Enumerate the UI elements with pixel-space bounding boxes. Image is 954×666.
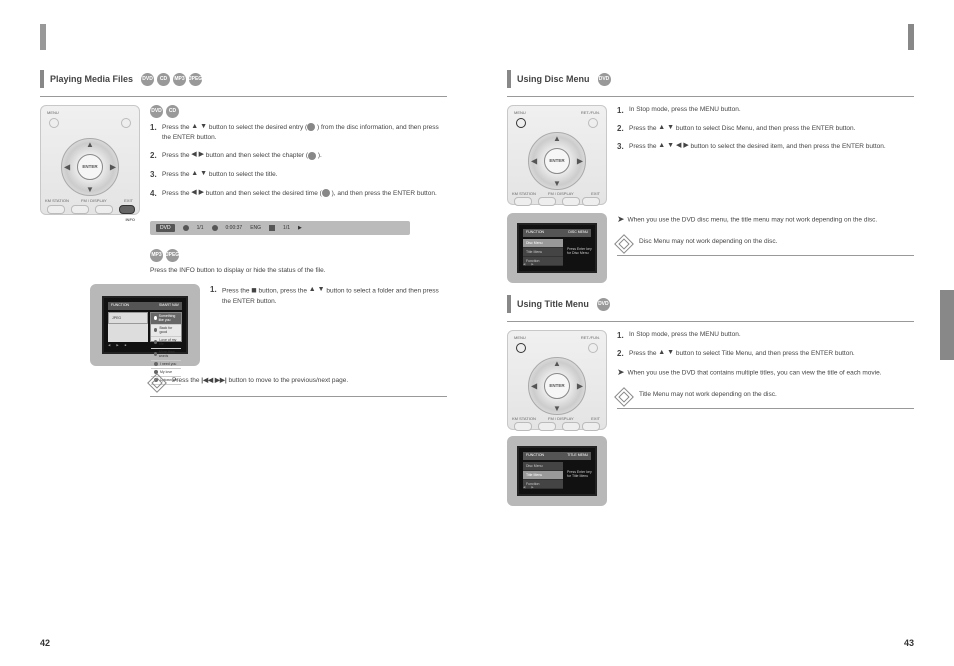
disc-icon: JPEG (189, 73, 202, 86)
remote-dpad: ▲▼ ◀▶ ENTER (528, 357, 586, 415)
instruction-block-mp3-jpeg: MP3 JPEG Press the INFO button to displa… (40, 249, 447, 276)
remote-menu-button (516, 118, 526, 128)
step-1: 1.In Stop mode, press the MENU button. (617, 105, 914, 115)
tip-line: ➤When you use the DVD that contains mult… (617, 366, 914, 380)
remote-menu-button (516, 343, 526, 353)
disc-icon: MP3 (173, 73, 186, 86)
screen-side-label: JPEG (108, 312, 148, 324)
info-dvd-label: DVD (156, 224, 175, 232)
disc-icon: CD (157, 73, 170, 86)
disc-icon: CD (166, 105, 179, 118)
screen-label: FUNCTION (111, 303, 129, 309)
step-2: 2. Press the ▲ ▼ button to select Disc M… (617, 123, 914, 134)
remote-button (71, 205, 89, 214)
file-list: Something like you Back for good Love of… (150, 312, 182, 342)
screen-label: SMART NAV (159, 303, 179, 309)
sub-intro: Press the INFO button to display or hide… (150, 266, 447, 276)
osd-info-bar: DVD 1/1 0:00:37 ENG 1/1 ▶ (150, 221, 410, 235)
step-3: 3. Press the ▲ ▼ ◀ ▶ button to select th… (617, 141, 914, 152)
instruction-block: MENU RET./FUN. ▲▼ ◀▶ ENTER KM STATION FM… (507, 105, 914, 205)
section-title: Using Title Menu (517, 299, 589, 309)
instruction-block: MENU ▲▼ ◀▶ ENTER KM STATION FM / DISPLAY… (40, 105, 447, 215)
remote-enter-button: ENTER (77, 154, 103, 180)
time-icon (322, 189, 330, 197)
page-accent-bar (40, 24, 46, 50)
instruction-block: MENU RET./FUN. ▲▼ ◀▶ ENTER KM STATION FM… (507, 330, 914, 430)
disc-icon: DVD (150, 105, 163, 118)
remote-button (47, 205, 65, 214)
remote-label: INFO (125, 217, 135, 222)
screen-and-notes: FUNCTION DISC MENU Disc Menu Title Menu … (507, 213, 914, 283)
note-row: Disc Menu may not work depending on the … (617, 237, 914, 251)
section-heading-disc-menu: Using Disc Menu DVD (507, 70, 914, 88)
instruction-with-screen: FUNCTION SMART NAV JPEG Something like y… (40, 284, 447, 366)
remote-illustration: MENU ▲▼ ◀▶ ENTER KM STATION FM / DISPLAY… (40, 105, 140, 215)
step-3: 3. Press the ▲ ▼ button to select the ti… (150, 169, 447, 180)
manual-page-right: Using Disc Menu DVD MENU RET./FUN. ▲▼ ◀▶… (477, 0, 954, 666)
title-icon (307, 123, 315, 131)
step-2: 2. Press the ◀ ▶ button and then select … (150, 150, 447, 161)
remote-label: MENU (47, 110, 59, 115)
steps-list: DVD CD 1. Press the ▲ ▼ button to select… (150, 105, 447, 215)
tv-screen-title-menu: FUNCTION TITLE MENU Disc Menu Title Menu… (507, 436, 607, 506)
remote-button (95, 205, 113, 214)
disc-icon: DVD (141, 73, 154, 86)
chapter-icon (308, 152, 316, 160)
remote-button (121, 118, 131, 128)
disc-icon: MP3 (150, 249, 163, 262)
remote-illustration: MENU RET./FUN. ▲▼ ◀▶ ENTER KM STATION FM… (507, 105, 607, 205)
note-icon (614, 234, 634, 254)
section-heading-title-menu: Using Title Menu DVD (507, 295, 914, 313)
section-title: Playing Media Files (50, 74, 133, 84)
remote-info-button (119, 205, 135, 214)
step-1: 1. Press the ▲ ▼ button to select the de… (150, 122, 447, 142)
note-row: Press the |◀◀ ▶▶| button to move to the … (150, 376, 447, 390)
note-icon (614, 387, 634, 407)
remote-dpad: ▲▼ ◀▶ ENTER (528, 132, 586, 190)
tip-line: ➤When you use the DVD disc menu, the tit… (617, 213, 914, 227)
remote-dpad: ▲▼ ◀▶ ENTER (61, 138, 119, 196)
disc-icon: DVD (597, 298, 610, 311)
note-row: Title Menu may not work depending on the… (617, 390, 914, 404)
tv-screen-smartnav: FUNCTION SMART NAV JPEG Something like y… (90, 284, 200, 366)
info-time: 0:00:37 (226, 225, 243, 231)
screen-row: FUNCTION TITLE MENU Disc Menu Title Menu… (507, 436, 914, 506)
remote-button (588, 118, 598, 128)
step-4: 4. Press the ◀ ▶ button and then select … (150, 188, 447, 199)
osd-message: Press Enter key for Title Menu (567, 470, 592, 478)
remote-label: EXIT (124, 198, 133, 203)
tv-screen-disc-menu: FUNCTION DISC MENU Disc Menu Title Menu … (507, 213, 607, 283)
section-title: Using Disc Menu (517, 74, 590, 84)
osd-message: Press Enter key for Disc Menu (567, 247, 592, 255)
step-1: 1. Press the ■ button, press the ▲ ▼ but… (210, 284, 447, 307)
page-accent-bar (908, 24, 914, 50)
skip-buttons-glyph: |◀◀ ▶▶| (201, 377, 226, 384)
side-tab (940, 290, 954, 360)
remote-illustration: MENU RET./FUN. ▲▼ ◀▶ ENTER KM STATION FM… (507, 330, 607, 430)
remote-menu-button (49, 118, 59, 128)
page-number: 43 (904, 638, 914, 648)
remote-label: FM / DISPLAY (81, 198, 107, 203)
disc-icon: DVD (598, 73, 611, 86)
page-number: 42 (40, 638, 50, 648)
info-lang: ENG (250, 225, 261, 231)
info-chapter: 1/1 (197, 225, 204, 231)
manual-page-left: Playing Media Files DVD CD MP3 JPEG MENU… (0, 0, 477, 666)
info-audio: 1/1 (283, 225, 290, 231)
step-2: 2. Press the ▲ ▼ button to select Title … (617, 348, 914, 359)
step-1: 1.In Stop mode, press the MENU button. (617, 330, 914, 340)
remote-label: KM STATION (45, 198, 69, 203)
section-heading-playing-media: Playing Media Files DVD CD MP3 JPEG (40, 70, 447, 88)
disc-icon: JPEG (166, 249, 179, 262)
